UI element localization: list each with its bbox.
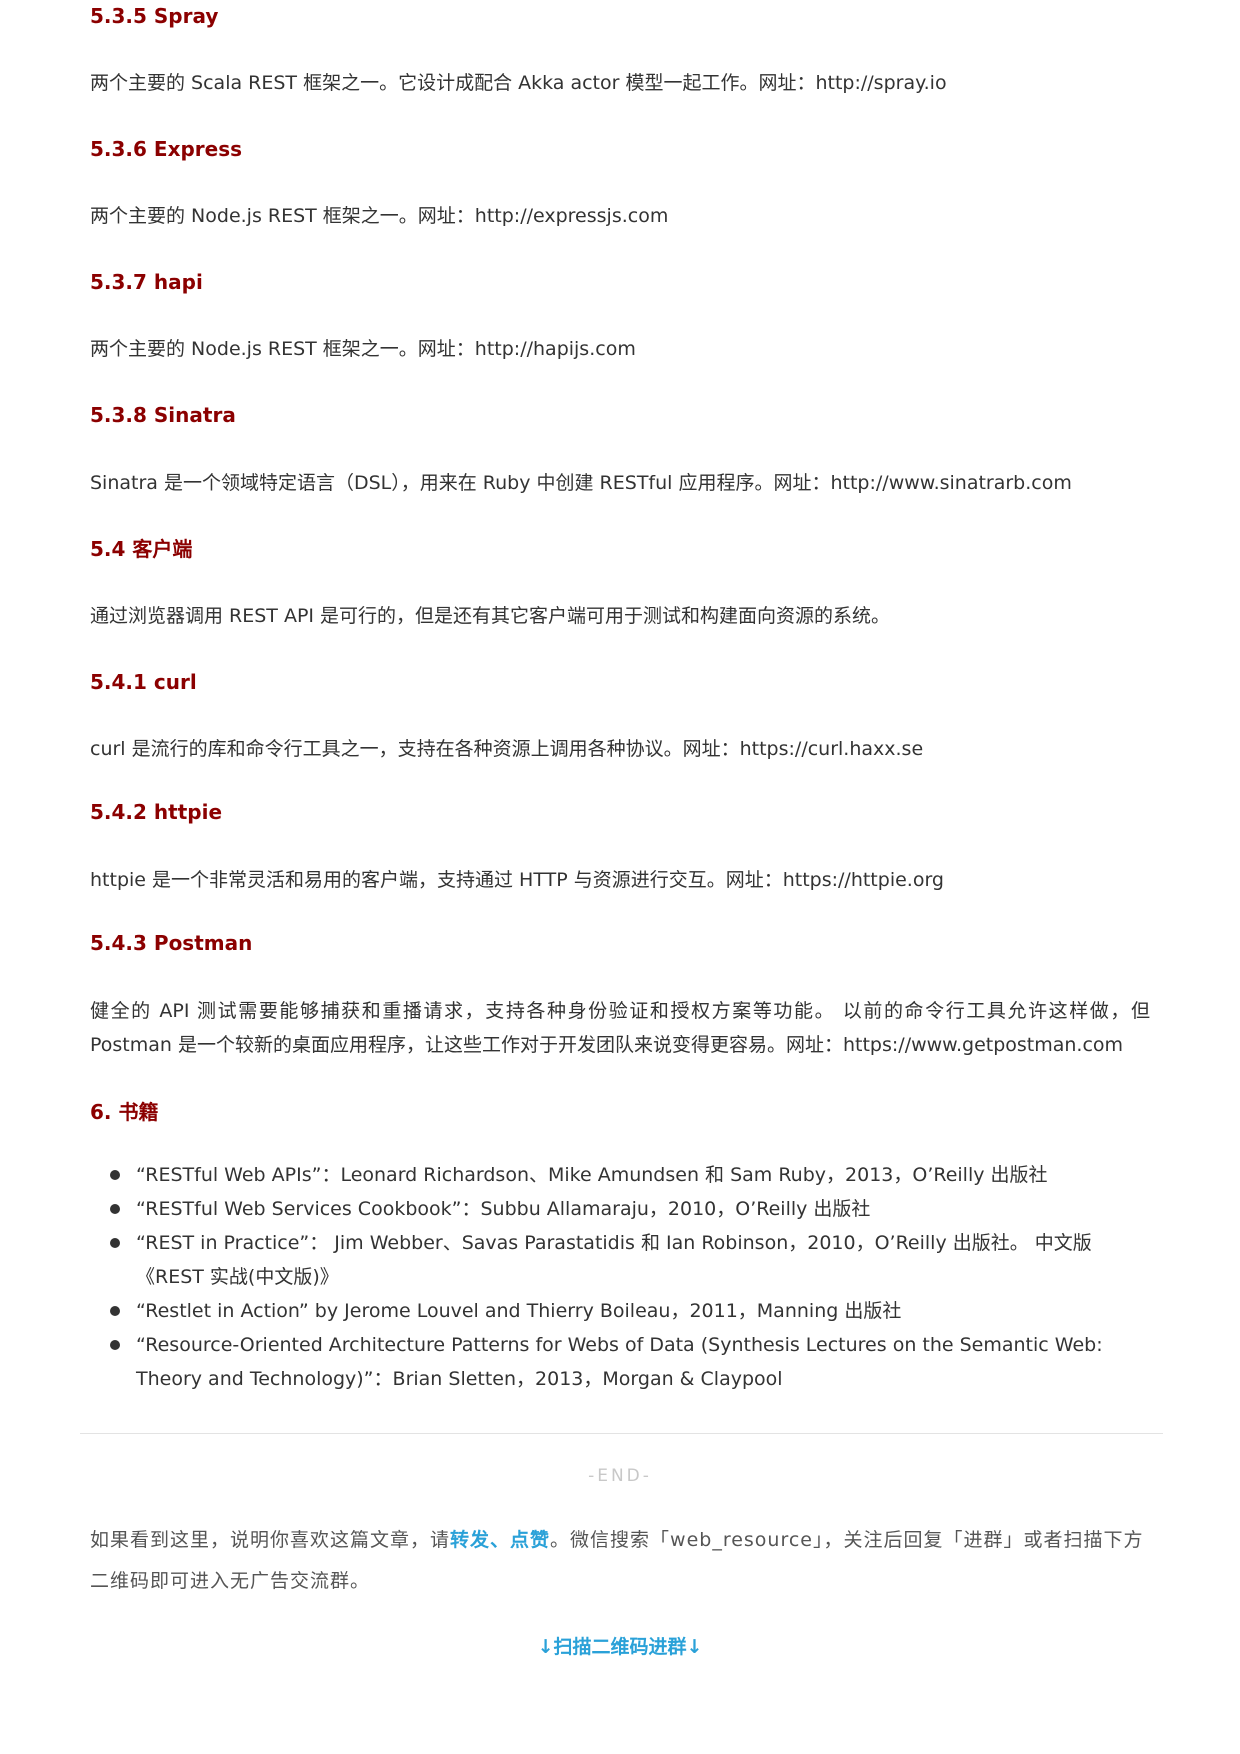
bullet-icon [110,1238,120,1248]
list-item: “Resource-Oriented Architecture Patterns… [90,1328,1150,1396]
heading-books: 6. 书籍 [90,1100,159,1124]
divider [80,1433,1163,1434]
paragraph-sinatra: Sinatra 是一个领域特定语言（DSL），用来在 Ruby 中创建 REST… [90,472,1072,494]
paragraph-curl: curl 是流行的库和命令行工具之一，支持在各种资源上调用各种协议。网址：htt… [90,738,924,760]
heading-hapi: 5.3.7 hapi [90,270,203,294]
paragraph-clients: 通过浏览器调用 REST API 是可行的，但是还有其它客户端可用于测试和构建面… [90,605,891,627]
paragraph-httpie: httpie 是一个非常灵活和易用的客户端，支持通过 HTTP 与资源进行交互。… [90,869,944,891]
bullet-icon [110,1340,120,1350]
qr-code-hint: ↓扫描二维码进群↓ [537,1636,703,1658]
heading-spray: 5.3.5 Spray [90,4,219,28]
list-item: “RESTful Web APIs”：Leonard Richardson、Mi… [90,1158,1150,1192]
paragraph-hapi: 两个主要的 Node.js REST 框架之一。网址：http://hapijs… [90,338,636,360]
paragraph-postman: 健全的 API 测试需要能够捕获和重播请求，支持各种身份验证和授权方案等功能。 … [90,1000,1150,1056]
bullet-icon [110,1204,120,1214]
paragraph-express: 两个主要的 Node.js REST 框架之一。网址：http://expres… [90,205,669,227]
list-item: “Restlet in Action” by Jerome Louvel and… [90,1294,1150,1328]
follow-paragraph: 如果看到这里，说明你喜欢这篇文章，请转发、点赞。微信搜索「web_resourc… [90,1529,1144,1592]
bullet-icon [110,1306,120,1316]
end-marker: -END- [588,1466,652,1486]
heading-sinatra: 5.3.8 Sinatra [90,403,236,427]
books-list: “RESTful Web APIs”：Leonard Richardson、Mi… [90,1158,1150,1396]
list-item: “RESTful Web Services Cookbook”：Subbu Al… [90,1192,1150,1226]
list-item: “REST in Practice”： Jim Webber、Savas Par… [90,1226,1150,1294]
share-like-highlight: 转发、点赞 [450,1529,551,1551]
heading-postman: 5.4.3 Postman [90,931,253,955]
heading-curl: 5.4.1 curl [90,670,197,694]
heading-express: 5.3.6 Express [90,137,243,161]
bullet-icon [110,1170,120,1180]
heading-httpie: 5.4.2 httpie [90,800,223,824]
heading-clients: 5.4 客户端 [90,537,193,561]
paragraph-spray: 两个主要的 Scala REST 框架之一。它设计成配合 Akka actor … [90,72,947,94]
